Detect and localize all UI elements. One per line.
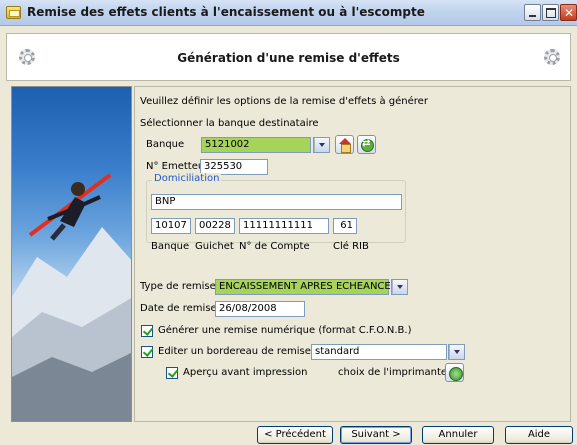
chevron-down-icon bbox=[392, 280, 407, 294]
type-dropdown-button[interactable] bbox=[391, 279, 408, 295]
next-button[interactable]: Suivant > bbox=[340, 426, 412, 444]
bank-label: Banque bbox=[146, 139, 185, 150]
printer-label: choix de l'imprimante bbox=[338, 367, 448, 378]
cle-rib-value: 61 bbox=[340, 220, 353, 231]
help-button[interactable]: Aide bbox=[505, 426, 573, 444]
date-label: Date de remise bbox=[140, 303, 217, 314]
col-cle-label: Clé RIB bbox=[333, 241, 369, 252]
emitter-label: N° Emetteur bbox=[146, 161, 209, 172]
bank-dropdown-button[interactable] bbox=[313, 137, 330, 153]
domiciliation-title: Domiciliation bbox=[152, 173, 222, 184]
bank-name-value: BNP bbox=[155, 196, 176, 207]
close-icon: ✕ bbox=[564, 6, 575, 20]
code-banque-value: 10107 bbox=[155, 220, 187, 231]
bordereau-select-value: standard bbox=[315, 346, 360, 357]
date-value: 26/08/2008 bbox=[219, 303, 277, 314]
preview-checkbox[interactable] bbox=[166, 367, 178, 379]
col-compte-label: N° de Compte bbox=[239, 241, 310, 252]
col-banque-label: Banque bbox=[151, 241, 190, 252]
select-bank-label: Sélectionner la banque destinataire bbox=[140, 118, 319, 129]
printer-icon[interactable] bbox=[445, 363, 464, 382]
bordereau-select[interactable]: standard bbox=[311, 344, 447, 360]
maximize-button[interactable] bbox=[542, 4, 559, 21]
swap-icon[interactable] bbox=[357, 135, 376, 154]
minimize-button[interactable] bbox=[524, 4, 541, 21]
code-banque-field[interactable]: 10107 bbox=[151, 218, 191, 234]
cancel-button[interactable]: Annuler bbox=[422, 426, 494, 444]
emitter-value: 325530 bbox=[204, 161, 243, 172]
type-label: Type de remise bbox=[140, 281, 216, 292]
bordereau-checkbox[interactable] bbox=[141, 346, 153, 358]
options-panel: Veuillez définir les options de la remis… bbox=[134, 86, 571, 422]
gear-icon bbox=[544, 49, 560, 65]
wizard-header: Génération d'une remise d'effets bbox=[6, 33, 571, 81]
type-select-value: ENCAISSEMENT APRES ECHEANCE bbox=[219, 281, 391, 292]
chevron-down-icon bbox=[314, 138, 329, 152]
numeric-label: Générer une remise numérique (format C.F… bbox=[158, 325, 412, 336]
code-guichet-value: 00228 bbox=[199, 220, 231, 231]
wizard-window: Remise des effets clients à l'encaisseme… bbox=[0, 0, 577, 445]
house-icon[interactable] bbox=[335, 135, 354, 154]
title-bar[interactable]: Remise des effets clients à l'encaisseme… bbox=[0, 0, 577, 26]
account-number-field[interactable]: 11111111111 bbox=[239, 218, 329, 234]
chevron-down-icon bbox=[449, 345, 464, 359]
type-select[interactable]: ENCAISSEMENT APRES ECHEANCE bbox=[215, 279, 391, 295]
numeric-checkbox[interactable] bbox=[141, 325, 153, 337]
bordereau-label: Editer un bordereau de remise bbox=[158, 346, 311, 357]
bordereau-dropdown-button[interactable] bbox=[448, 344, 465, 360]
bank-name-field[interactable]: BNP bbox=[151, 194, 402, 210]
col-guichet-label: Guichet bbox=[195, 241, 234, 252]
bank-select-value: 5121002 bbox=[205, 139, 250, 150]
account-number-value: 11111111111 bbox=[243, 220, 313, 231]
close-button[interactable]: ✕ bbox=[560, 4, 577, 21]
cle-rib-field[interactable]: 61 bbox=[333, 218, 357, 234]
skier-image bbox=[11, 86, 132, 422]
page-title: Génération d'une remise d'effets bbox=[177, 51, 400, 65]
code-guichet-field[interactable]: 00228 bbox=[195, 218, 235, 234]
preview-label: Aperçu avant impression bbox=[183, 367, 308, 378]
app-icon bbox=[6, 6, 21, 19]
bank-select[interactable]: 5121002 bbox=[201, 137, 311, 153]
previous-button[interactable]: < Précédent bbox=[257, 426, 333, 444]
date-field[interactable]: 26/08/2008 bbox=[215, 301, 305, 317]
intro-text: Veuillez définir les options de la remis… bbox=[140, 96, 428, 107]
window-title: Remise des effets clients à l'encaisseme… bbox=[27, 5, 425, 19]
